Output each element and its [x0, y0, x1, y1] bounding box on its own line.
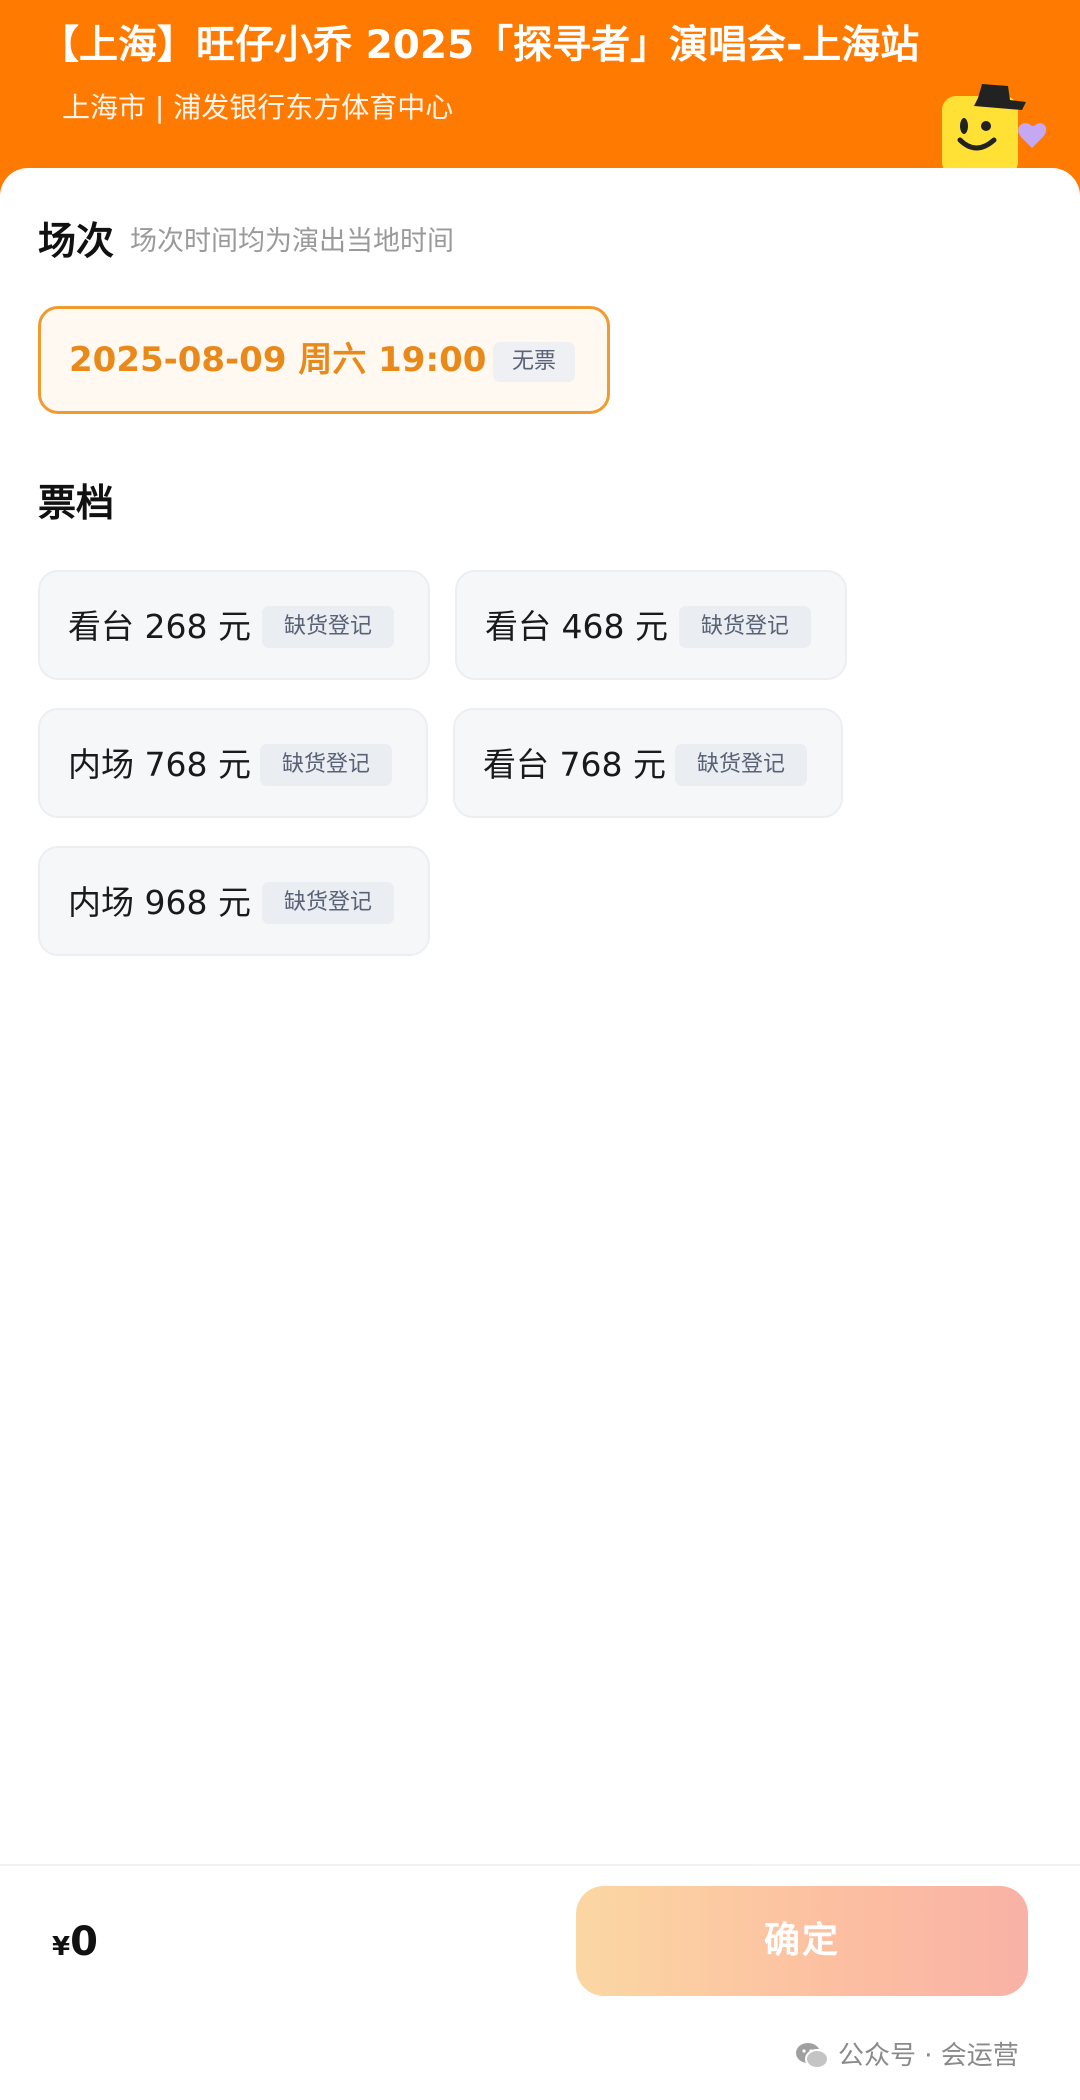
session-heading: 场次 [38, 219, 115, 263]
wechat-icon [796, 2043, 829, 2069]
session-status-badge: 无票 [493, 342, 575, 382]
session-option[interactable]: 2025-08-09 周六 19:00 无票 [38, 306, 610, 414]
restock-badge: 缺货登记 [675, 744, 807, 786]
total-amount: 0 [70, 1919, 98, 1965]
total-price: ¥0 [52, 1912, 98, 1977]
tier-name: 内场 968 元 [68, 883, 251, 922]
watermark-text: 公众号 · 会运营 [838, 2041, 1019, 2071]
tier-option-stand-468[interactable]: 看台 468 元 缺货登记 [455, 570, 847, 680]
bottom-bar-divider [0, 1864, 1080, 1866]
event-title: 【上海】旺仔小乔 2025「探寻者」演唱会-上海站 [40, 23, 920, 68]
restock-badge: 缺货登记 [679, 606, 811, 648]
tier-option-floor-968[interactable]: 内场 968 元 缺货登记 [38, 846, 430, 956]
session-date: 2025-08-09 周六 19:00 [69, 340, 487, 380]
restock-badge: 缺货登记 [260, 744, 392, 786]
currency-symbol: ¥ [52, 1932, 71, 1962]
tier-name: 看台 768 元 [483, 745, 666, 784]
tier-name: 内场 768 元 [68, 745, 251, 784]
tier-name: 看台 268 元 [68, 607, 251, 646]
tier-option-stand-768[interactable]: 看台 768 元 缺货登记 [453, 708, 843, 818]
restock-badge: 缺货登记 [262, 882, 394, 924]
tier-heading: 票档 [38, 481, 115, 525]
tier-option-stand-268[interactable]: 看台 268 元 缺货登记 [38, 570, 430, 680]
tier-name: 看台 468 元 [485, 607, 668, 646]
session-hint: 场次时间均为演出当地时间 [130, 226, 454, 257]
ticket-selection-sheet [0, 168, 1080, 2100]
confirm-button[interactable]: 确定 [576, 1886, 1028, 1996]
tier-option-floor-768[interactable]: 内场 768 元 缺货登记 [38, 708, 428, 818]
mascot-icon [942, 84, 1047, 176]
event-venue: 上海市 | 浦发银行东方体育中心 [62, 91, 454, 124]
restock-badge: 缺货登记 [262, 606, 394, 648]
